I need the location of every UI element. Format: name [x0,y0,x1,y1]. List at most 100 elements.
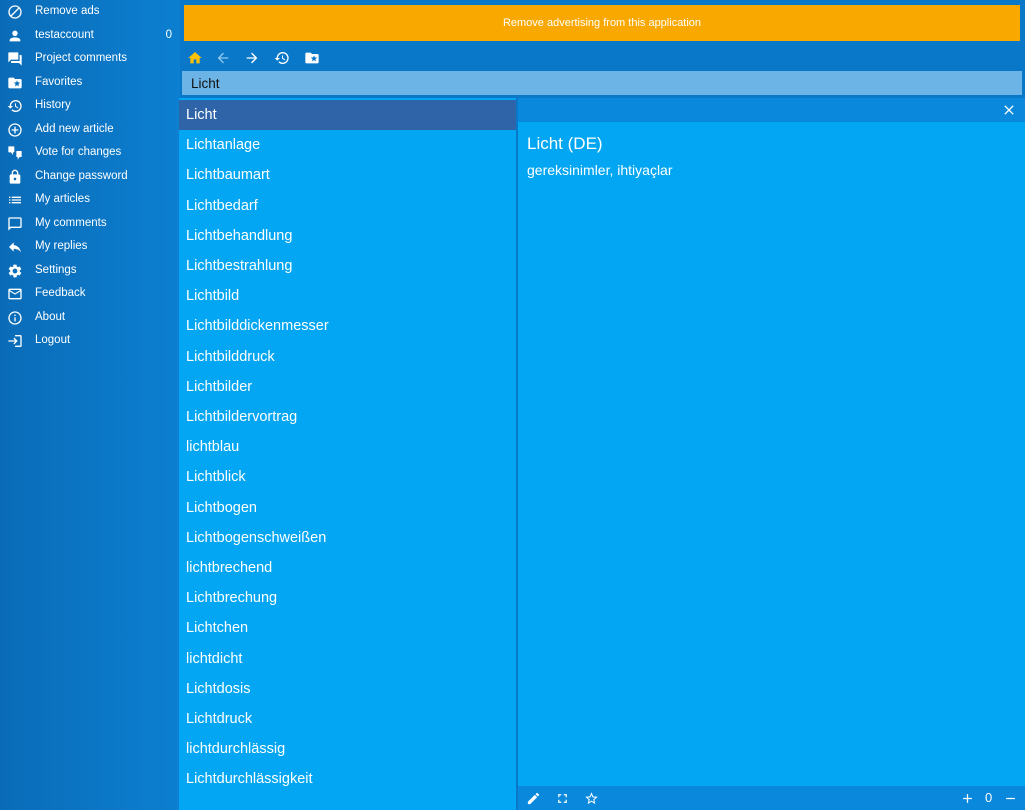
favorites-button[interactable] [303,49,321,67]
list-item[interactable]: Lichtbestrahlung [179,251,516,281]
sidebar-item-label: My articles [35,193,90,205]
sidebar-item-my-replies[interactable]: My replies [0,236,180,259]
fullscreen-button[interactable] [553,789,571,807]
list-item[interactable]: Lichtchen [179,613,516,643]
favorite-folder-icon [7,75,23,91]
list-item[interactable]: Lichtanlage [179,130,516,160]
forward-arrow-icon [246,52,258,64]
home-icon [188,52,202,64]
sidebar-item-my-articles[interactable]: My articles [0,189,180,212]
forward-button[interactable] [243,49,261,67]
sidebar-item-label: Remove ads [35,5,100,17]
list-item[interactable]: Lichtdruck [179,704,516,734]
detail-bottom-bar: 0 [518,786,1025,810]
thumbs-icon [7,145,23,161]
list-item[interactable]: Lichtdosis [179,674,516,704]
zoom-level: 0 [985,790,993,805]
list-item[interactable]: lichtbrechend [179,553,516,583]
word-list: Licht Lichtanlage Lichtbaumart Lichtbedarf L… [179,98,516,810]
search-input[interactable] [182,71,1022,95]
sidebar-item-label: testaccount [35,28,94,41]
navigation-toolbar [182,45,1025,71]
article-title: Licht (DE) [527,134,603,153]
history-icon [7,98,23,114]
block-icon [7,4,23,20]
sidebar-item-add-new-article[interactable]: Add new article [0,119,180,142]
add-circle-icon [7,122,23,138]
lock-icon [7,169,23,185]
list-item[interactable]: lichtdurchlässig [179,734,516,764]
sidebar-item-settings[interactable]: Settings [0,260,180,283]
sidebar-item-history[interactable]: History [0,95,180,118]
list-item[interactable]: Lichtbehandlung [179,221,516,251]
list-item[interactable]: lichtdicht [179,644,516,674]
comment-count-badge: 0 [165,28,172,41]
sidebar-item-vote-for-changes[interactable]: Vote for changes [0,142,180,165]
list-item[interactable]: Lichtbilder [179,372,516,402]
list-item[interactable]: Lichtbilddruck [179,342,516,372]
person-icon [7,28,23,44]
sidebar-item-label: Vote for changes [35,146,122,158]
list-item[interactable]: Lichtbogen [179,493,516,523]
sidebar: Remove ads testaccount 0 Project comments Fa… [0,0,180,810]
edit-button[interactable] [524,789,542,807]
list-item[interactable]: Lichtbogenschweißen [179,523,516,553]
sidebar-item-my-comments[interactable]: My comments [0,213,180,236]
list-icon [7,192,23,208]
list-item[interactable]: Lichtdurchlässigkeit [179,764,516,794]
sidebar-item-label: Change password [35,169,128,182]
sidebar-item-label: About [35,310,66,323]
mail-icon [7,286,23,302]
sidebar-item-label: History [35,99,71,111]
sidebar-item-label: Logout [35,334,71,346]
detail-header [518,98,1025,122]
article-detail-pane: Licht (DE) gereksinimler, ihtiyaçlar 0 [518,98,1025,810]
plus-icon [962,793,972,803]
sidebar-item-label: My comments [35,216,107,229]
list-item[interactable]: lichtblau [179,432,516,462]
list-item[interactable]: Lichtbilddickenmesser [179,311,516,341]
list-item[interactable]: Lichtblick [179,462,516,492]
list-item[interactable]: Lichtbildervortrag [179,402,516,432]
zoom-in-button[interactable] [958,789,976,807]
sidebar-item-remove-ads[interactable]: Remove ads [0,1,180,24]
sidebar-item-label: My replies [35,240,88,252]
search-bar [182,71,1022,95]
sidebar-item-label: Favorites [35,75,83,88]
list-item[interactable]: Lichtbaumart [179,160,516,190]
sidebar-item-favorites[interactable]: Favorites [0,72,180,95]
back-arrow-icon [217,52,229,64]
star-outline-icon [584,791,598,804]
gear-icon [7,263,23,279]
list-item[interactable]: Lichtbild [179,281,516,311]
selected-list-item[interactable]: Licht [179,100,516,130]
home-button[interactable] [186,49,204,67]
zoom-out-button[interactable] [1001,789,1019,807]
sidebar-item-change-password[interactable]: Change password [0,166,180,189]
favorite-folder-icon [305,52,319,64]
article-translation: gereksinimler, ihtiyaçlar [527,162,673,178]
edit-icon [527,792,539,804]
sidebar-item-logout[interactable]: Logout [0,330,180,353]
back-button[interactable] [214,49,232,67]
sidebar-item-about[interactable]: About [0,307,180,330]
close-button[interactable] [1001,102,1017,118]
sidebar-item-account[interactable]: testaccount 0 [0,25,180,48]
fullscreen-icon [557,793,567,803]
history-button[interactable] [273,49,291,67]
sidebar-item-label: Feedback [35,287,86,299]
remove-ads-banner[interactable]: Remove advertising from this application [184,5,1020,41]
sidebar-item-label: Project comments [35,52,128,64]
list-item[interactable]: Lichtbedarf [179,191,516,221]
history-icon [274,52,289,65]
reply-icon [7,239,23,255]
ad-banner-text: Remove advertising from this application [502,17,702,29]
list-item[interactable]: Lichtbrechung [179,583,516,613]
sidebar-item-label: Settings [35,263,77,276]
close-icon [1004,105,1014,115]
sidebar-item-feedback[interactable]: Feedback [0,283,180,306]
comment-icon [7,216,23,232]
favorite-star-button[interactable] [582,789,600,807]
sidebar-item-project-comments[interactable]: Project comments [0,48,180,71]
forum-icon [7,51,23,67]
